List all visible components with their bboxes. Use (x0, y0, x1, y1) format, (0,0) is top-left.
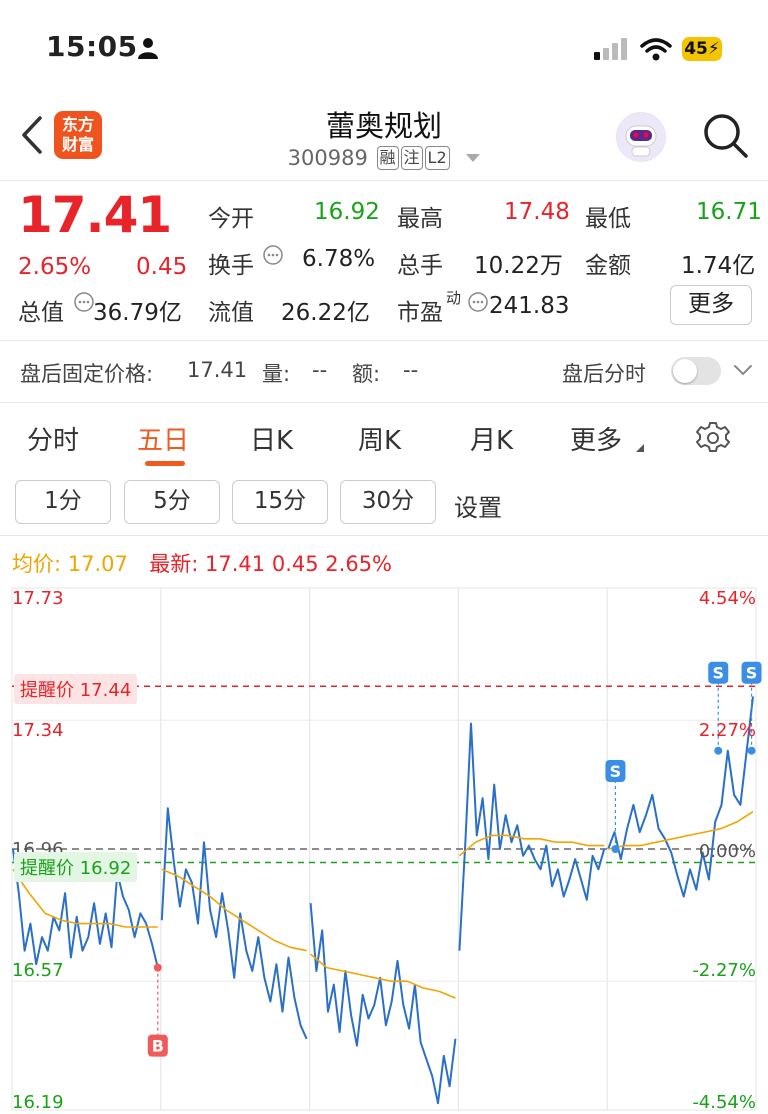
turnover-value: 6.78% (302, 246, 376, 272)
high-label: 最高 (397, 206, 443, 232)
header-divider (0, 180, 768, 181)
low-value: 16.71 (696, 199, 762, 225)
current-price: 17.41 (18, 186, 172, 244)
info-icon[interactable] (262, 244, 284, 266)
sell-marker-label: S (712, 664, 724, 683)
open-label: 今开 (208, 206, 254, 232)
avg-label: 均价: (12, 552, 62, 576)
pe-value: 241.83 (489, 293, 570, 319)
y-tick-right: -2.27% (692, 960, 756, 981)
mktcap-label: 总值 (18, 300, 64, 326)
stock-code: 300989 (287, 146, 368, 170)
tab-more[interactable]: 更多 (570, 420, 622, 457)
interval-1min[interactable]: 1分 (15, 480, 111, 524)
tag-l2: L2 (424, 146, 450, 170)
change-percent: 2.65% (18, 254, 92, 280)
person-icon (138, 38, 158, 59)
quote-divider (0, 340, 768, 341)
float-value: 26.22亿 (281, 300, 370, 326)
buy-marker-label: B (152, 1037, 164, 1056)
five-day-chart[interactable]: B S S S (0, 580, 768, 1114)
more-button[interactable]: 更多 (670, 285, 752, 325)
search-icon[interactable] (700, 110, 752, 162)
battery-level: 45 (684, 39, 708, 59)
after-hours-amount: -- (403, 358, 419, 382)
after-hours-volume-label: 量: (262, 362, 291, 386)
tag-margin: 融 (376, 146, 399, 170)
info-icon[interactable] (73, 291, 95, 313)
wifi-icon (640, 38, 672, 61)
sell-marker-label: S (746, 664, 758, 683)
chevron-down-icon (466, 154, 481, 162)
open-value: 16.92 (314, 199, 380, 225)
toggle-knob (673, 359, 697, 383)
interval-30min[interactable]: 30分 (340, 480, 436, 524)
tab-five-day[interactable]: 五日 (137, 420, 189, 457)
after-hours-amount-label: 额: (352, 362, 381, 386)
gear-icon[interactable] (695, 420, 731, 456)
latest-percent: 2.65% (325, 552, 393, 576)
low-label: 最低 (585, 206, 631, 232)
more-caret-icon (636, 444, 644, 452)
pe-label: 市盈 (397, 300, 443, 326)
battery-icon: 45⚡ (682, 37, 722, 61)
tab-monthly-k[interactable]: 月K (470, 420, 513, 457)
after-hours-divider (0, 402, 768, 403)
interval-5min[interactable]: 5分 (124, 480, 220, 524)
y-tick-left: 17.34 (12, 720, 64, 741)
y-tick-right: 0.00% (698, 841, 756, 862)
interval-15min[interactable]: 15分 (232, 480, 328, 524)
robot-avatar-icon[interactable] (616, 112, 666, 162)
float-label: 流值 (208, 300, 254, 326)
tab-daily-k[interactable]: 日K (250, 420, 293, 457)
price-line (309, 903, 457, 1105)
latest-change: 0.45 (271, 552, 319, 576)
amount-value: 1.74亿 (681, 253, 756, 279)
alert-label-text: 提醒价 (20, 858, 74, 879)
price-line (160, 807, 308, 1040)
latest-label: 最新: (149, 552, 199, 576)
tab-intraday[interactable]: 分时 (27, 420, 79, 457)
alert-value: 16.92 (79, 858, 132, 879)
chevron-down-icon[interactable] (732, 362, 754, 378)
y-tick-left: 17.73 (12, 588, 64, 609)
alert-value: 17.44 (79, 680, 132, 701)
mktcap-value: 36.79亿 (93, 300, 182, 326)
high-value: 17.48 (504, 199, 570, 225)
turnover-label: 换手 (208, 253, 254, 279)
after-hours-volume: -- (312, 358, 328, 382)
after-hours-price: 17.41 (187, 358, 248, 382)
price-line (458, 722, 606, 951)
amount-label: 金额 (585, 253, 631, 279)
change-amount: 0.45 (136, 254, 188, 280)
avg-value: 17.07 (67, 552, 128, 576)
volume-label: 总手 (397, 253, 443, 279)
tag-registered: 注 (400, 146, 423, 170)
info-icon[interactable] (467, 291, 489, 313)
status-time: 15:05 (46, 30, 138, 63)
interval-settings[interactable]: 设置 (454, 488, 502, 523)
active-tab-indicator (145, 461, 185, 466)
y-tick-right: 2.27% (698, 720, 756, 741)
after-hours-toggle-label: 盘后分时 (562, 362, 646, 386)
y-tick-left: 16.19 (12, 1092, 64, 1113)
chart-legend: 均价: 17.07 最新: 17.41 0.45 2.65% (12, 548, 392, 578)
latest-value: 17.41 (205, 552, 266, 576)
y-tick-right: 4.54% (698, 588, 756, 609)
y-tick-left: 16.57 (12, 960, 64, 981)
tab-weekly-k[interactable]: 周K (358, 420, 401, 457)
y-tick-right: -4.54% (692, 1092, 756, 1113)
sell-marker-label: S (610, 762, 622, 781)
signal-icon (594, 38, 627, 60)
after-hours-price-label: 盘后固定价格: (20, 362, 154, 386)
volume-value: 10.22万 (474, 253, 563, 279)
interval-divider (0, 535, 768, 536)
alert-price-high[interactable]: 提醒价 17.44 (14, 674, 138, 704)
pe-superscript: 动 (446, 289, 462, 307)
alert-label-text: 提醒价 (20, 680, 74, 701)
alert-price-low[interactable]: 提醒价 16.92 (14, 852, 138, 882)
